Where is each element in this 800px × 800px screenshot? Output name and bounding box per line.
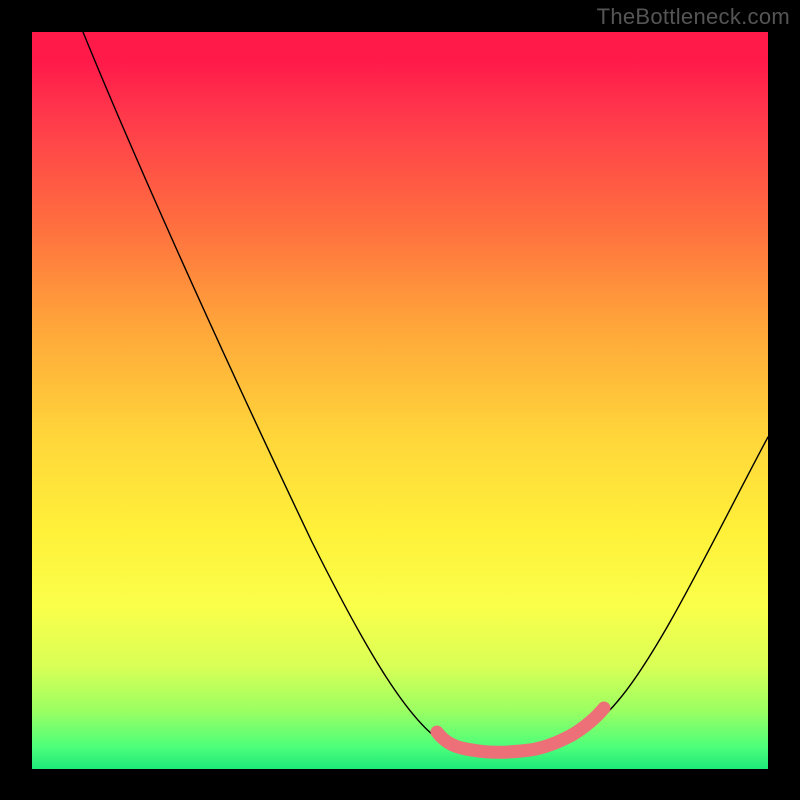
watermark-text: TheBottleneck.com [597, 4, 790, 30]
bottleneck-curve [83, 32, 768, 750]
chart-frame: TheBottleneck.com [0, 0, 800, 800]
highlight-segment-mid2 [530, 735, 572, 750]
curve-svg [32, 32, 768, 769]
highlight-segment-middle [472, 750, 530, 752]
plot-area [32, 32, 768, 769]
